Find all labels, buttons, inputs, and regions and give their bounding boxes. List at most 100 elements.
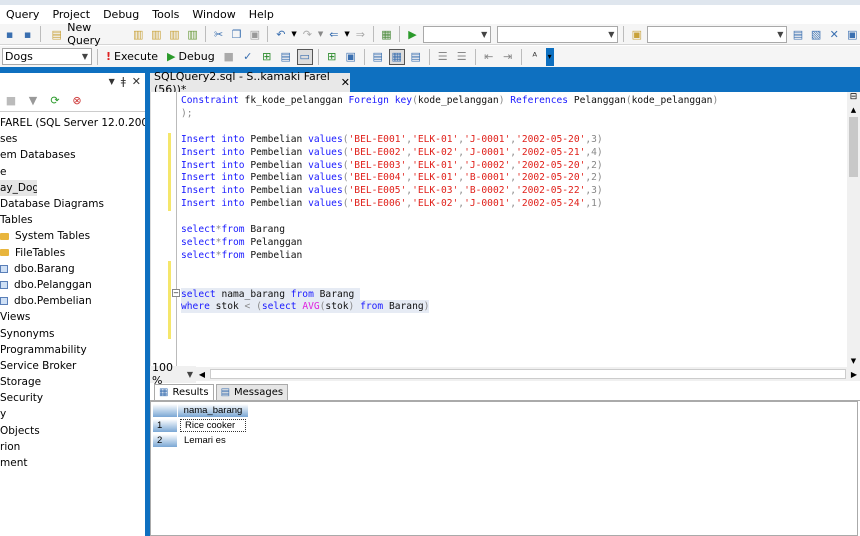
save-icon[interactable]: ▪ <box>2 26 17 42</box>
results-to-grid-icon[interactable]: ▦ <box>388 48 405 65</box>
client-statistics-icon[interactable]: ▣ <box>343 49 359 65</box>
tree-node[interactable]: Security <box>0 390 145 406</box>
solution-config-dropdown[interactable]: ▼ <box>423 25 492 43</box>
tree-node[interactable]: e <box>0 164 145 180</box>
uncomment-icon[interactable]: ☰ <box>454 49 470 65</box>
decrease-indent-icon[interactable]: ⇤ <box>481 49 497 65</box>
row-number[interactable]: 1 <box>153 419 177 432</box>
tree-node[interactable]: Synonyms <box>0 325 145 341</box>
menu-tools[interactable]: Tools <box>146 8 186 21</box>
navigate-forward-icon[interactable]: ⇒ <box>353 26 368 42</box>
find-icon[interactable]: ▣ <box>629 26 644 42</box>
redo-dropdown-icon[interactable]: ▼ <box>318 30 323 38</box>
tree-node[interactable]: y <box>0 406 145 422</box>
grid-cell[interactable]: Lemari es <box>180 434 246 447</box>
tree-node[interactable]: FileTables <box>0 245 145 261</box>
specify-values-icon[interactable]: ▭ <box>296 48 313 65</box>
properties-icon[interactable]: ▤ <box>790 26 805 42</box>
dropdown-icon[interactable]: ▼ <box>109 77 115 86</box>
tree-node[interactable]: Programmability <box>0 342 145 358</box>
vertical-scrollbar[interactable]: ⊟ ▲ ▼ <box>847 92 860 367</box>
save-all-icon[interactable]: ▪ <box>20 26 35 42</box>
tree-node[interactable]: dbo.Barang <box>0 261 145 277</box>
tree-node[interactable]: em Databases <box>0 147 145 163</box>
find-dropdown[interactable]: ▼ <box>647 25 788 43</box>
tree-node[interactable]: Service Broker <box>0 358 145 374</box>
tree-node[interactable]: ay_Dogs <box>0 179 37 196</box>
query-designer-icon[interactable]: ▤ <box>278 49 294 65</box>
execute-button[interactable]: ! Execute <box>103 50 161 63</box>
start-icon[interactable]: ▶ <box>405 26 420 42</box>
tree-node[interactable]: System Tables <box>0 228 145 244</box>
tree-node[interactable]: dbo.Pelanggan <box>0 277 145 293</box>
navigate-dropdown-icon[interactable]: ▼ <box>344 30 349 38</box>
pin-icon[interactable]: ǂ <box>121 75 126 88</box>
close-icon[interactable]: ✕ <box>341 76 350 89</box>
activity-monitor-icon[interactable]: ⊗ <box>69 93 85 109</box>
platform-dropdown[interactable]: ▼ <box>497 25 619 43</box>
scroll-left-icon[interactable]: ◀ <box>196 370 208 379</box>
tab-results[interactable]: ▦ Results <box>154 384 214 400</box>
tab-sqlquery2[interactable]: SQLQuery2.sql - S..kamaki Farel (56))* ✕ <box>150 70 350 96</box>
database-dropdown[interactable]: Dogs ▼ <box>2 48 92 65</box>
tree-node[interactable]: dbo.Pembelian <box>0 293 145 309</box>
collapse-icon[interactable]: − <box>172 289 180 297</box>
close-icon[interactable]: ✕ <box>132 75 141 88</box>
undo-icon[interactable]: ↶ <box>273 26 288 42</box>
grid-cell[interactable]: Rice cooker <box>180 419 246 432</box>
tree-node[interactable]: Tables <box>0 212 145 228</box>
tools-icon[interactable]: ✕ <box>827 26 842 42</box>
stop-icon[interactable]: ■ <box>3 93 19 109</box>
redo-icon[interactable]: ↷ <box>300 26 315 42</box>
debug-button[interactable]: ▶ Debug <box>164 50 218 63</box>
tree-node[interactable]: ses <box>0 131 145 147</box>
results-to-file-icon[interactable]: ▤ <box>408 49 424 65</box>
column-header[interactable]: nama_barang <box>178 404 248 417</box>
parse-checkmark-icon[interactable]: ✓ <box>240 49 256 65</box>
new-query-button[interactable]: ▤ New Query <box>46 21 128 47</box>
paste-icon[interactable]: ▣ <box>247 26 262 42</box>
cut-icon[interactable]: ✂ <box>211 26 226 42</box>
menu-help[interactable]: Help <box>243 8 281 21</box>
scrollbar-thumb[interactable] <box>849 117 858 177</box>
specify-template-icon[interactable]: ᴬ <box>527 49 543 65</box>
database-engine-query-icon[interactable]: ▥ <box>131 26 146 42</box>
increase-indent-icon[interactable]: ⇥ <box>500 49 516 65</box>
menu-debug[interactable]: Debug <box>97 8 146 21</box>
results-to-text-icon[interactable]: ▤ <box>370 49 386 65</box>
xmla-query-icon[interactable]: ▥ <box>185 26 200 42</box>
toolbar-overflow-icon[interactable]: ▾ <box>545 47 554 66</box>
row-number[interactable]: 2 <box>153 434 177 447</box>
activity-monitor-icon[interactable]: ▦ <box>379 26 394 42</box>
menu-window[interactable]: Window <box>186 8 242 21</box>
comment-icon[interactable]: ☰ <box>435 49 451 65</box>
split-icon[interactable]: ⊟ <box>847 92 860 106</box>
navigate-backward-icon[interactable]: ⇐ <box>326 26 341 42</box>
display-estimated-plan-icon[interactable]: ⊞ <box>259 49 275 65</box>
refresh-icon[interactable]: ⟳ <box>47 93 63 109</box>
stop-icon[interactable]: ■ <box>221 49 237 65</box>
tree-node[interactable]: rion <box>0 439 145 455</box>
tree-node[interactable]: Objects <box>0 423 145 439</box>
scroll-down-icon[interactable]: ▼ <box>847 357 860 365</box>
include-actual-plan-icon[interactable]: ⊞ <box>324 49 340 65</box>
tree-node[interactable]: Storage <box>0 374 145 390</box>
zoom-dropdown[interactable]: 100 % ▼ <box>150 361 196 387</box>
copy-icon[interactable]: ❐ <box>229 26 244 42</box>
tree-node[interactable]: FAREL (SQL Server 12.0.2000 - <box>0 115 145 131</box>
tree-node[interactable]: ment <box>0 455 145 471</box>
scroll-right-icon[interactable]: ▶ <box>848 370 860 379</box>
analysis-query-icon[interactable]: ▥ <box>149 26 164 42</box>
horizontal-scrollbar[interactable] <box>210 369 846 379</box>
query-editor[interactable]: − Constraint fk_kode_pelanggan Foreign k… <box>150 92 847 367</box>
filter-icon[interactable]: ▼ <box>25 93 41 109</box>
tab-messages[interactable]: ▤ Messages <box>215 384 289 400</box>
options-icon[interactable]: ▣ <box>845 26 860 42</box>
menu-query[interactable]: Query <box>0 8 46 21</box>
mdx-query-icon[interactable]: ▥ <box>167 26 182 42</box>
scroll-up-icon[interactable]: ▲ <box>847 106 860 114</box>
tree-node[interactable]: Views <box>0 309 145 325</box>
toolbox-icon[interactable]: ▧ <box>809 26 824 42</box>
undo-dropdown-icon[interactable]: ▼ <box>291 30 296 38</box>
tree-node[interactable]: Database Diagrams <box>0 196 145 212</box>
